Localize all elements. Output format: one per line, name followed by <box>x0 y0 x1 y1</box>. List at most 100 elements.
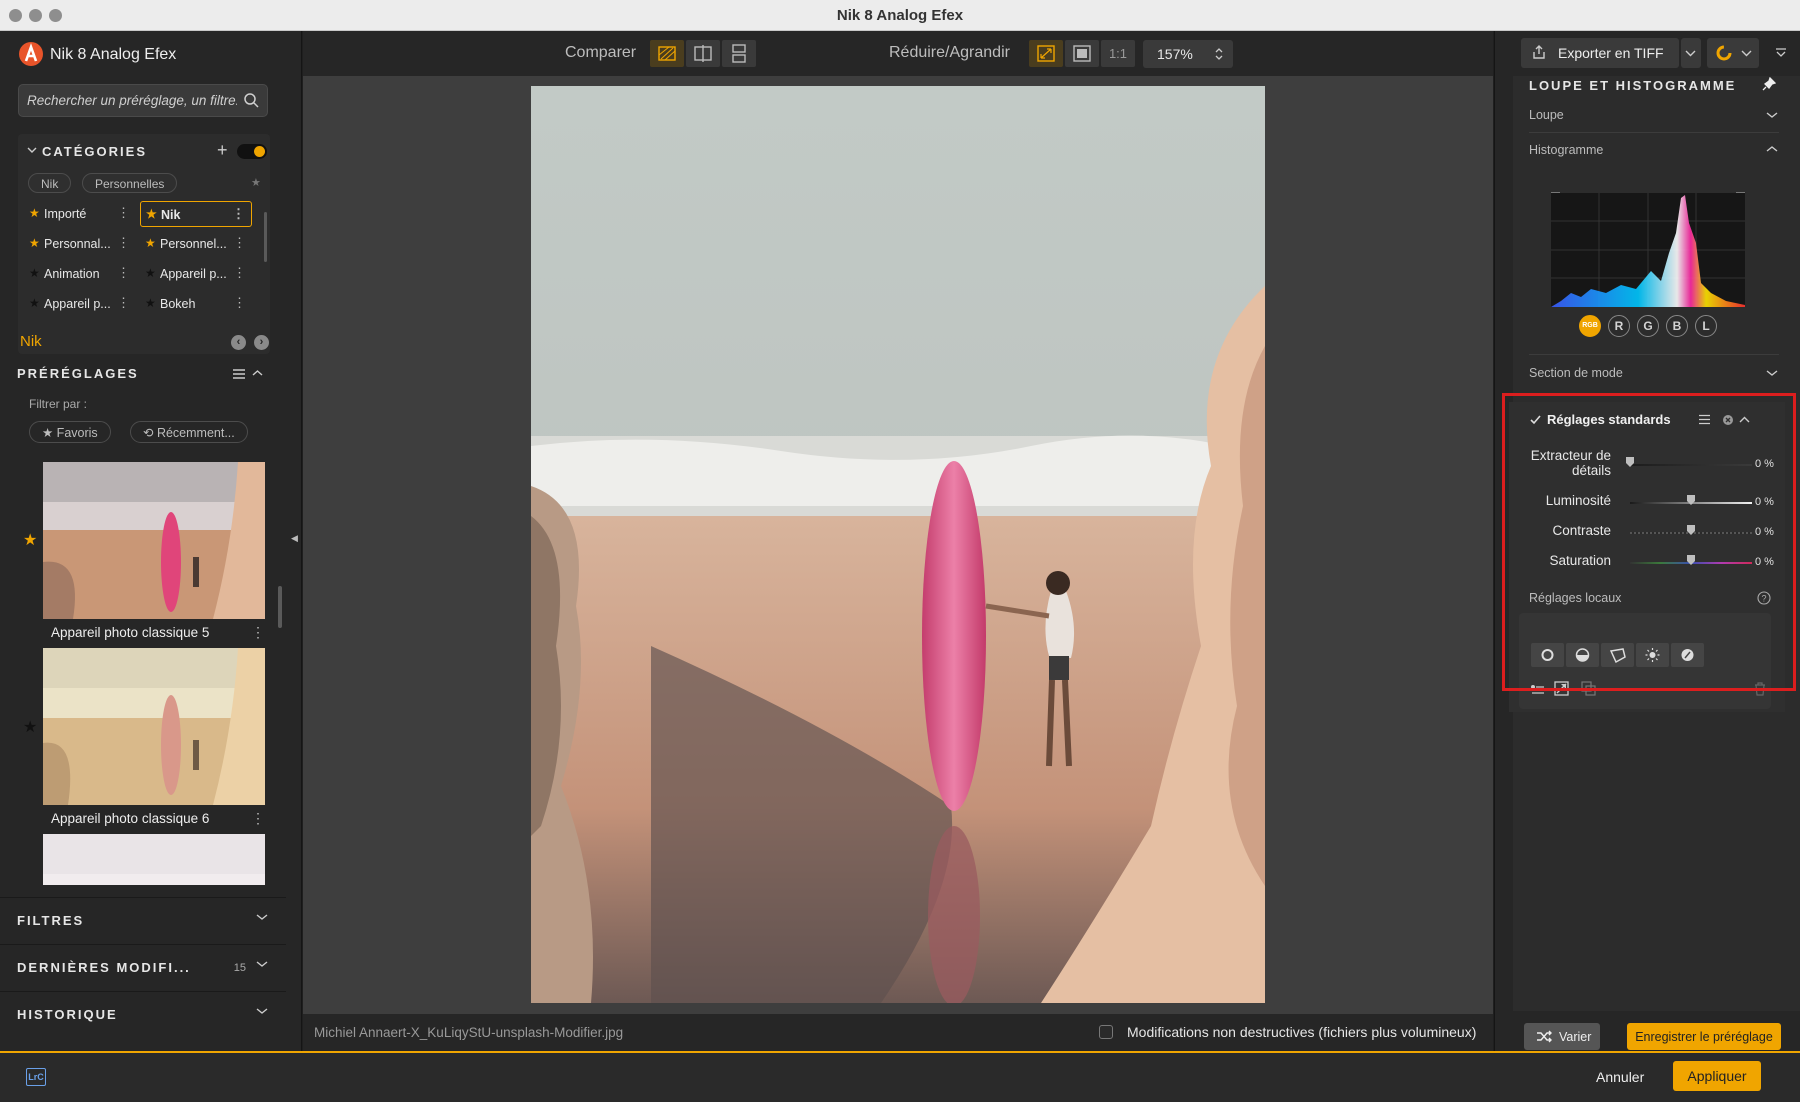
histogram-label[interactable]: Histogramme <box>1529 143 1603 157</box>
ring-icon <box>1716 45 1732 61</box>
export-options-dropdown[interactable] <box>1681 38 1701 68</box>
star-icon[interactable]: ★ <box>145 236 156 250</box>
panel-menu-icon[interactable] <box>1775 47 1787 57</box>
actual-size-button[interactable]: 1:1 <box>1101 40 1135 67</box>
list-view-icon[interactable] <box>232 368 246 380</box>
image-canvas[interactable] <box>303 76 1493 1014</box>
photo-ecosystem-button[interactable] <box>1707 38 1759 68</box>
chevron-down-icon[interactable] <box>27 146 37 154</box>
channel-rgb-button[interactable]: RGB <box>1579 315 1601 337</box>
randomize-button[interactable]: Varier <box>1524 1023 1600 1050</box>
star-icon[interactable]: ★ <box>29 296 40 310</box>
preset-thumbnail[interactable] <box>43 834 265 885</box>
star-icon[interactable]: ★ <box>23 530 37 550</box>
categories-toggle[interactable] <box>237 144 267 159</box>
category-item[interactable]: ★ Bokeh ⋮ <box>140 291 252 317</box>
previous-icon[interactable]: ‹ <box>231 335 246 350</box>
star-icon[interactable]: ★ <box>146 207 157 221</box>
search-input[interactable] <box>27 85 237 116</box>
nondestructive-checkbox[interactable] <box>1099 1025 1113 1039</box>
category-item[interactable]: ★ Personnel... ⋮ <box>140 231 252 257</box>
fill-screen-button[interactable] <box>1065 40 1099 67</box>
chevron-down-icon[interactable] <box>256 913 268 921</box>
mode-section-label[interactable]: Section de mode <box>1529 366 1623 380</box>
category-label: Animation <box>44 267 100 281</box>
star-icon[interactable]: ★ <box>145 266 156 280</box>
category-item[interactable]: ★ Personnal... ⋮ <box>24 231 136 257</box>
loupe-label[interactable]: Loupe <box>1529 108 1564 122</box>
collapse-panel-icon[interactable]: ◀ <box>291 533 298 544</box>
app-logo-icon <box>19 42 43 66</box>
category-item[interactable]: ★ Appareil p... ⋮ <box>24 291 136 317</box>
bottom-bar: LrC Annuler Appliquer <box>0 1051 1800 1102</box>
fit-to-screen-button[interactable] <box>1029 40 1063 67</box>
chevron-down-icon[interactable] <box>256 1007 268 1015</box>
star-icon[interactable]: ★ <box>29 266 40 280</box>
chevron-down-icon[interactable] <box>256 960 268 968</box>
more-options-icon[interactable]: ⋮ <box>232 206 245 222</box>
filters-section[interactable]: FILTRES <box>0 897 286 943</box>
category-label: Appareil p... <box>44 297 111 311</box>
chevron-up-icon[interactable] <box>1766 145 1778 153</box>
more-options-icon[interactable]: ⋮ <box>233 295 246 311</box>
chevron-up-icon[interactable] <box>252 369 263 377</box>
next-icon[interactable]: › <box>254 335 269 350</box>
preset-thumbnail[interactable] <box>43 462 265 619</box>
more-options-icon[interactable]: ⋮ <box>117 295 130 311</box>
add-category-icon[interactable]: + <box>217 140 228 161</box>
compare-side-by-side-button[interactable] <box>722 40 756 67</box>
categories-title: CATÉGORIES <box>42 144 147 159</box>
photo-preview[interactable] <box>531 86 1265 1003</box>
recent-edits-section[interactable]: DERNIÈRES MODIFI... 15 <box>0 944 286 990</box>
save-preset-button[interactable]: Enregistrer le préréglage <box>1627 1023 1781 1050</box>
star-icon[interactable]: ★ <box>145 296 156 310</box>
stepper-icon[interactable] <box>1215 47 1223 61</box>
category-item[interactable]: ★ Importé ⋮ <box>24 201 136 227</box>
favorites-filter-chip[interactable]: ★ Favoris <box>29 421 111 443</box>
category-label: Personnal... <box>44 237 111 251</box>
channel-b-button[interactable]: B <box>1666 315 1688 337</box>
categories-panel: CATÉGORIES + Nik Personnelles ★ ★ Import… <box>18 134 270 354</box>
search-box[interactable] <box>18 84 268 117</box>
channel-r-button[interactable]: R <box>1608 315 1630 337</box>
more-options-icon[interactable]: ⋮ <box>251 624 265 641</box>
star-filter-icon[interactable]: ★ <box>251 176 261 189</box>
category-chip-personnelles[interactable]: Personnelles <box>82 173 178 193</box>
recent-filter-chip[interactable]: ⟲ Récemment... <box>130 421 248 443</box>
more-options-icon[interactable]: ⋮ <box>117 265 130 281</box>
category-item[interactable]: ★ Animation ⋮ <box>24 261 136 287</box>
zoom-level-select[interactable]: 157% <box>1143 40 1233 68</box>
section-title: HISTORIQUE <box>17 1007 118 1022</box>
more-options-icon[interactable]: ⋮ <box>233 265 246 281</box>
apply-button[interactable]: Appliquer <box>1673 1061 1761 1091</box>
lightroom-icon[interactable]: LrC <box>26 1068 46 1086</box>
category-chip-nik[interactable]: Nik <box>28 173 72 193</box>
more-options-icon[interactable]: ⋮ <box>251 810 265 827</box>
group-label: Nik <box>20 333 42 350</box>
pin-icon[interactable] <box>1762 77 1776 91</box>
more-options-icon[interactable]: ⋮ <box>233 235 246 251</box>
star-icon[interactable]: ★ <box>29 206 40 220</box>
channel-g-button[interactable]: G <box>1637 315 1659 337</box>
channel-l-button[interactable]: L <box>1695 315 1717 337</box>
compare-overlay-button[interactable] <box>650 40 684 67</box>
more-options-icon[interactable]: ⋮ <box>117 235 130 251</box>
section-title: DERNIÈRES MODIFI... <box>17 960 191 975</box>
category-item-active[interactable]: ★ Nik ⋮ <box>140 201 252 227</box>
presets-scrollbar[interactable] <box>278 586 282 628</box>
compare-split-button[interactable] <box>686 40 720 67</box>
star-icon[interactable]: ★ <box>23 717 37 737</box>
search-icon[interactable] <box>243 92 259 108</box>
history-section[interactable]: HISTORIQUE <box>0 991 286 1037</box>
chevron-down-icon[interactable] <box>1766 111 1778 119</box>
export-tiff-button[interactable]: Exporter en TIFF <box>1521 38 1679 68</box>
cancel-button[interactable]: Annuler <box>1596 1069 1644 1085</box>
chevron-down-icon[interactable] <box>1766 369 1778 377</box>
category-item[interactable]: ★ Appareil p... ⋮ <box>140 261 252 287</box>
export-label: Exporter en TIFF <box>1558 45 1664 61</box>
star-icon[interactable]: ★ <box>29 236 40 250</box>
top-toolbar: Comparer Réduire/Agrandir 1:1 157% <box>303 31 1493 76</box>
preset-thumbnail[interactable] <box>43 648 265 805</box>
more-options-icon[interactable]: ⋮ <box>117 205 130 221</box>
categories-scrollbar[interactable] <box>264 212 267 262</box>
